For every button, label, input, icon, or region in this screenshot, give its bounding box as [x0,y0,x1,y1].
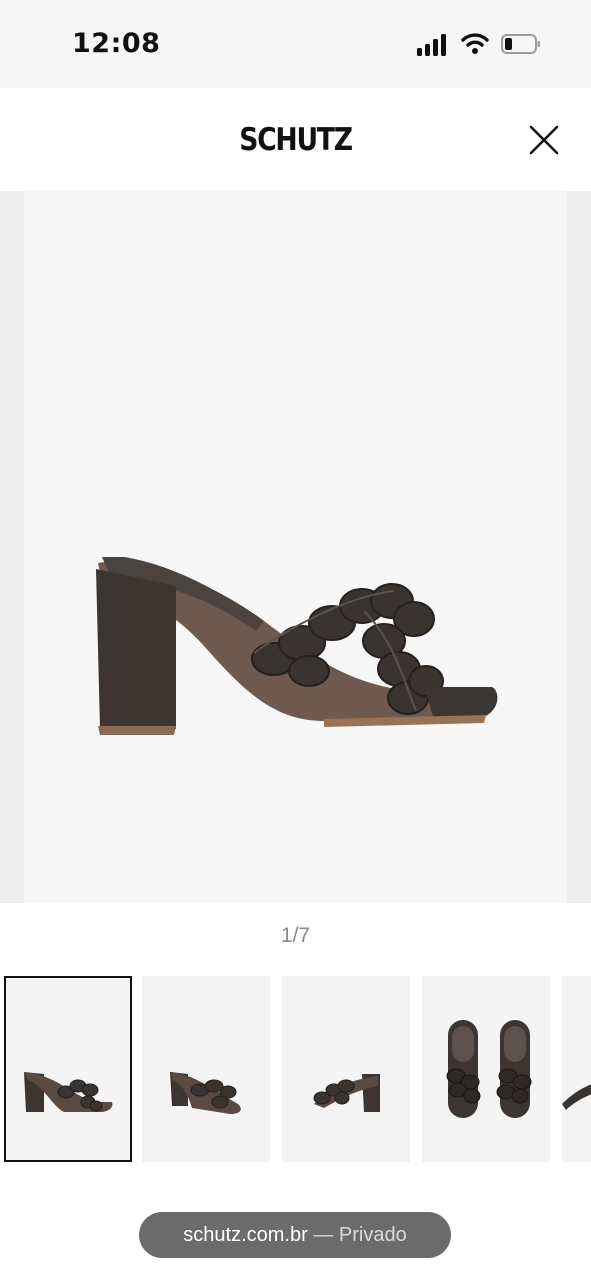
browser-url-bar[interactable]: schutz.com.br — Privado [139,1212,451,1258]
private-mode-label: Privado [338,1224,407,1246]
close-button[interactable] [528,124,560,156]
main-product-image[interactable] [24,191,567,903]
thumbnail-image [562,1084,591,1110]
sandal-side-illustration [96,557,498,735]
wifi-icon [461,33,489,54]
thumbnail-image [313,1074,380,1112]
modal-header: SCHUTZ [0,88,591,191]
thumbnail-4[interactable] [422,976,550,1162]
thumbnail-image [24,1072,113,1112]
status-time: 12:08 [72,28,161,59]
thumbnail-1[interactable] [4,976,132,1162]
brand-logo: SCHUTZ [239,122,353,158]
close-icon [529,125,559,155]
thumbnail-image [170,1072,241,1114]
status-bar: 12:08 [0,0,591,88]
image-counter: 1/7 [280,924,311,947]
thumbnail-2[interactable] [142,976,270,1162]
signal-icon [417,34,446,56]
thumbnail-5[interactable] [562,976,591,1162]
url-domain: schutz.com.br [183,1224,308,1246]
thumbnail-3[interactable] [282,976,410,1162]
product-image-gallery[interactable] [0,191,591,903]
url-separator: — [307,1224,339,1246]
battery-icon [501,34,540,54]
thumbnail-strip[interactable] [0,976,591,1164]
thumbnail-image [446,1020,532,1118]
